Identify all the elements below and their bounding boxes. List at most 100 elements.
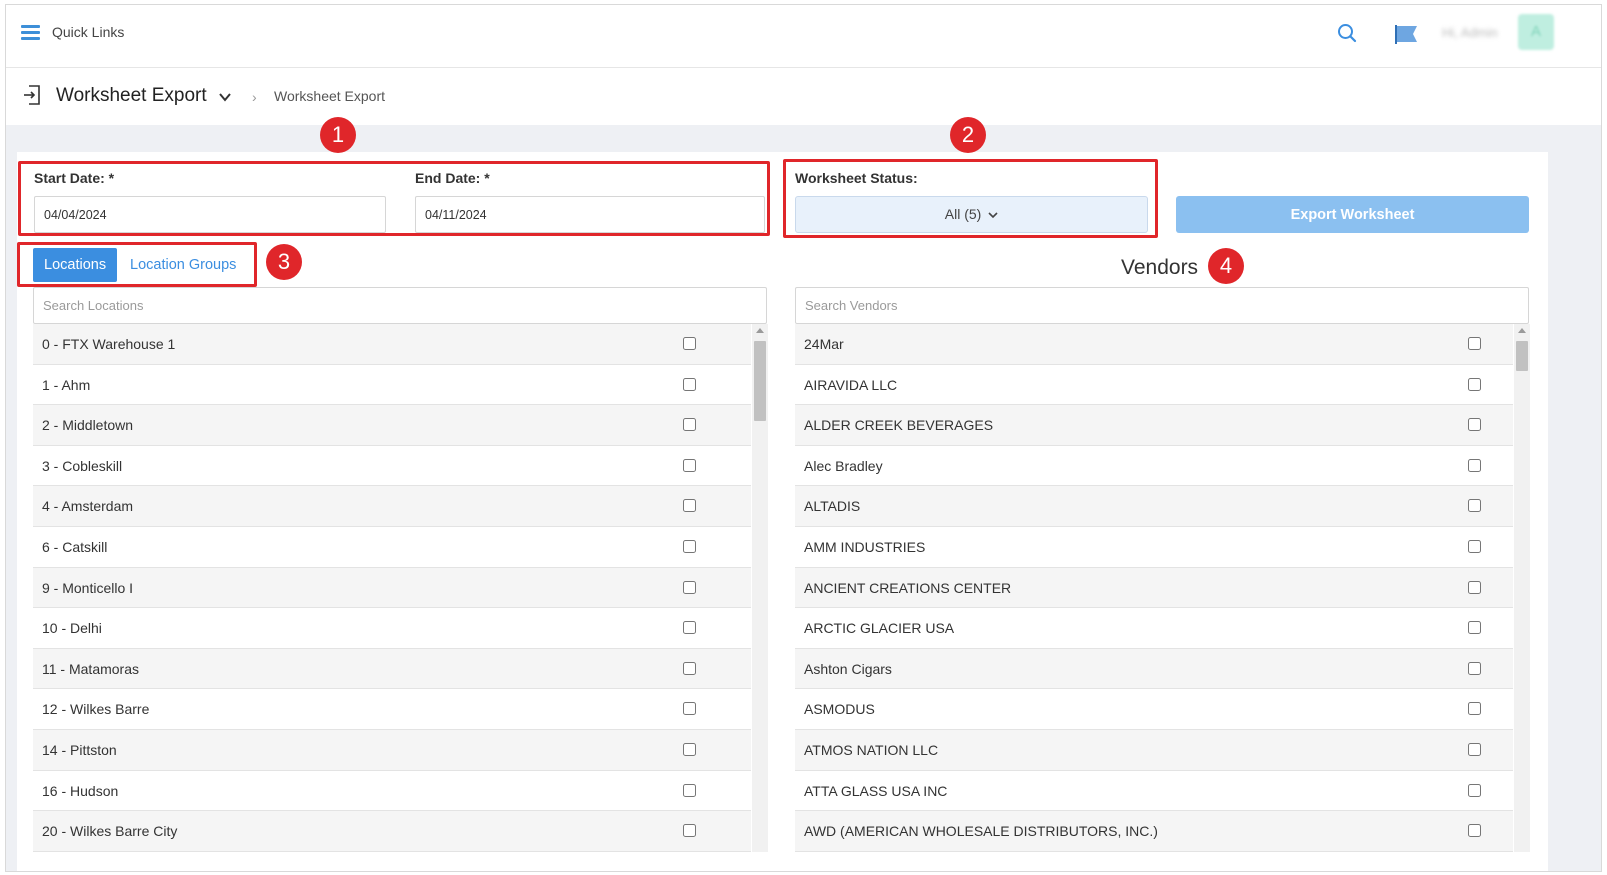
location-list-item[interactable]: 14 - Pittston (33, 729, 751, 771)
chevron-right-icon: › (252, 89, 257, 105)
vendor-list-item[interactable]: ATMOS NATION LLC (795, 729, 1513, 771)
vendor-list-item-label: ALTADIS (804, 498, 861, 515)
page-title[interactable]: Worksheet Export (56, 85, 207, 107)
scroll-up-arrow-icon[interactable] (756, 328, 764, 333)
vendor-list-item-checkbox[interactable] (1468, 621, 1481, 635)
location-list-item-checkbox[interactable] (683, 337, 696, 350)
location-list-item-checkbox[interactable] (683, 661, 696, 675)
location-list-item[interactable]: 2 - Middletown (33, 405, 751, 446)
vendor-list-item-label: ARCTIC GLACIER USA (804, 620, 955, 637)
locations-scrollbar[interactable] (752, 324, 768, 852)
location-list-item-label: 11 - Matamoras (42, 660, 139, 677)
search-icon[interactable] (1337, 23, 1357, 43)
vendor-list-item[interactable]: ANCIENT CREATIONS CENTER (795, 567, 1513, 609)
vendor-list-item-label: ANCIENT CREATIONS CENTER (804, 579, 1012, 596)
location-list-item-checkbox[interactable] (683, 702, 696, 716)
annotation-badge-2: 2 (950, 117, 986, 153)
vendor-list-item[interactable]: AIRAVIDA LLC (795, 364, 1513, 406)
vendor-list-item-checkbox[interactable] (1468, 824, 1481, 838)
location-list-item[interactable]: 12 - Wilkes Barre (33, 689, 751, 730)
vendor-list-item-checkbox[interactable] (1468, 458, 1481, 472)
avatar[interactable]: A (1518, 14, 1554, 50)
vendor-list-item-label: AMM INDUSTRIES (804, 538, 926, 555)
vendor-list-item-checkbox[interactable] (1468, 499, 1481, 513)
vendor-list-item-label: ASMODUS (804, 701, 875, 718)
location-list-item-checkbox[interactable] (683, 458, 696, 472)
location-list-item-checkbox[interactable] (683, 499, 696, 513)
vendor-list-item-checkbox[interactable] (1468, 377, 1481, 391)
annotation-badge-1: 1 (320, 117, 356, 153)
location-list-item-checkbox[interactable] (683, 377, 696, 391)
location-list-item-label: 3 - Cobleskill (42, 457, 123, 474)
top-bar: Quick Links Hi, Admin A (6, 5, 1601, 68)
location-list-item[interactable]: 20 - Wilkes Barre City (33, 811, 751, 852)
location-list-item[interactable]: 3 - Cobleskill (33, 445, 751, 487)
highlight-worksheet-status (783, 159, 1158, 238)
vendors-scrollbar[interactable] (1514, 324, 1530, 852)
vendor-list-item[interactable]: 24Mar (795, 324, 1513, 365)
location-list-item-label: 6 - Catskill (42, 538, 108, 555)
vendors-list: 24Mar AIRAVIDA LLC ALDER CREEK BEVERAGES Al… (795, 324, 1513, 852)
vendor-list-item-checkbox[interactable] (1468, 337, 1481, 350)
vendor-list-item[interactable]: ALDER CREEK BEVERAGES (795, 405, 1513, 446)
export-worksheet-button[interactable]: Export Worksheet (1176, 196, 1529, 233)
vendor-list-item[interactable]: Alec Bradley (795, 445, 1513, 487)
annotation-badge-3: 3 (266, 244, 302, 280)
vendor-list-item-label: ALDER CREEK BEVERAGES (804, 417, 994, 434)
vendor-list-item-label: ATTA GLASS USA INC (804, 782, 948, 799)
vendor-list-item-label: 24Mar (804, 336, 844, 352)
vendor-list-item-label: AWD (AMERICAN WHOLESALE DISTRIBUTORS, IN… (804, 823, 1158, 840)
vendor-list-item[interactable]: AMM INDUSTRIES (795, 526, 1513, 568)
vendor-list-item-checkbox[interactable] (1468, 539, 1481, 553)
scroll-up-arrow-icon[interactable] (1518, 328, 1526, 333)
locations-scroll-thumb[interactable] (754, 341, 766, 421)
location-list-item-checkbox[interactable] (683, 539, 696, 553)
location-list-item-checkbox[interactable] (683, 824, 696, 838)
vendor-list-item-checkbox[interactable] (1468, 661, 1481, 675)
vendor-list-item[interactable]: ALTADIS (795, 486, 1513, 527)
location-list-item-label: 10 - Delhi (42, 620, 102, 637)
vendor-list-item[interactable]: ATTA GLASS USA INC (795, 770, 1513, 812)
location-list-item-label: 16 - Hudson (42, 782, 119, 799)
flag-icon[interactable] (1393, 23, 1421, 45)
location-list-item-label: 9 - Monticello I (42, 579, 134, 596)
highlight-date-range (18, 161, 770, 236)
location-list-item[interactable]: 1 - Ahm (33, 364, 751, 406)
location-list-item[interactable]: 11 - Matamoras (33, 648, 751, 690)
vendor-list-item[interactable]: Ashton Cigars (795, 648, 1513, 690)
location-list-item[interactable]: 4 - Amsterdam (33, 486, 751, 527)
location-list-item[interactable]: 6 - Catskill (33, 526, 751, 568)
location-list-item-checkbox[interactable] (683, 580, 696, 594)
location-list-item-label: 14 - Pittston (42, 741, 117, 758)
location-list-item-checkbox[interactable] (683, 621, 696, 635)
vendor-list-item-label: ATMOS NATION LLC (804, 741, 939, 758)
search-vendors-input[interactable] (795, 287, 1529, 324)
vendors-scroll-thumb[interactable] (1516, 341, 1528, 371)
annotation-badge-4: 4 (1208, 248, 1244, 284)
chevron-down-icon[interactable] (218, 90, 232, 104)
hamburger-menu-icon[interactable] (21, 25, 40, 41)
location-list-item-label: 20 - Wilkes Barre City (42, 823, 178, 840)
quick-links-link[interactable]: Quick Links (52, 24, 124, 40)
location-list-item-checkbox[interactable] (683, 742, 696, 756)
vendor-list-item-label: AIRAVIDA LLC (804, 376, 898, 393)
location-list-item[interactable]: 9 - Monticello I (33, 567, 751, 609)
vendor-list-item[interactable]: AWD (AMERICAN WHOLESALE DISTRIBUTORS, IN… (795, 811, 1513, 852)
breadcrumb-current: Worksheet Export (274, 88, 386, 104)
vendor-list-item[interactable]: ASMODUS (795, 689, 1513, 730)
vendor-list-item-checkbox[interactable] (1468, 418, 1481, 432)
highlight-location-tabs (17, 242, 257, 287)
location-list-item-label: 2 - Middletown (42, 417, 134, 434)
vendor-list-item-checkbox[interactable] (1468, 580, 1481, 594)
search-locations-input[interactable] (33, 287, 767, 324)
vendor-list-item-checkbox[interactable] (1468, 783, 1481, 797)
location-list-item[interactable]: 0 - FTX Warehouse 1 (33, 324, 751, 365)
vendor-list-item[interactable]: ARCTIC GLACIER USA (795, 608, 1513, 649)
vendor-list-item-checkbox[interactable] (1468, 742, 1481, 756)
location-list-item-checkbox[interactable] (683, 418, 696, 432)
location-list-item[interactable]: 16 - Hudson (33, 770, 751, 812)
location-list-item-checkbox[interactable] (683, 783, 696, 797)
vendor-list-item-checkbox[interactable] (1468, 702, 1481, 716)
location-list-item-label: 1 - Ahm (42, 376, 91, 393)
location-list-item[interactable]: 10 - Delhi (33, 608, 751, 649)
